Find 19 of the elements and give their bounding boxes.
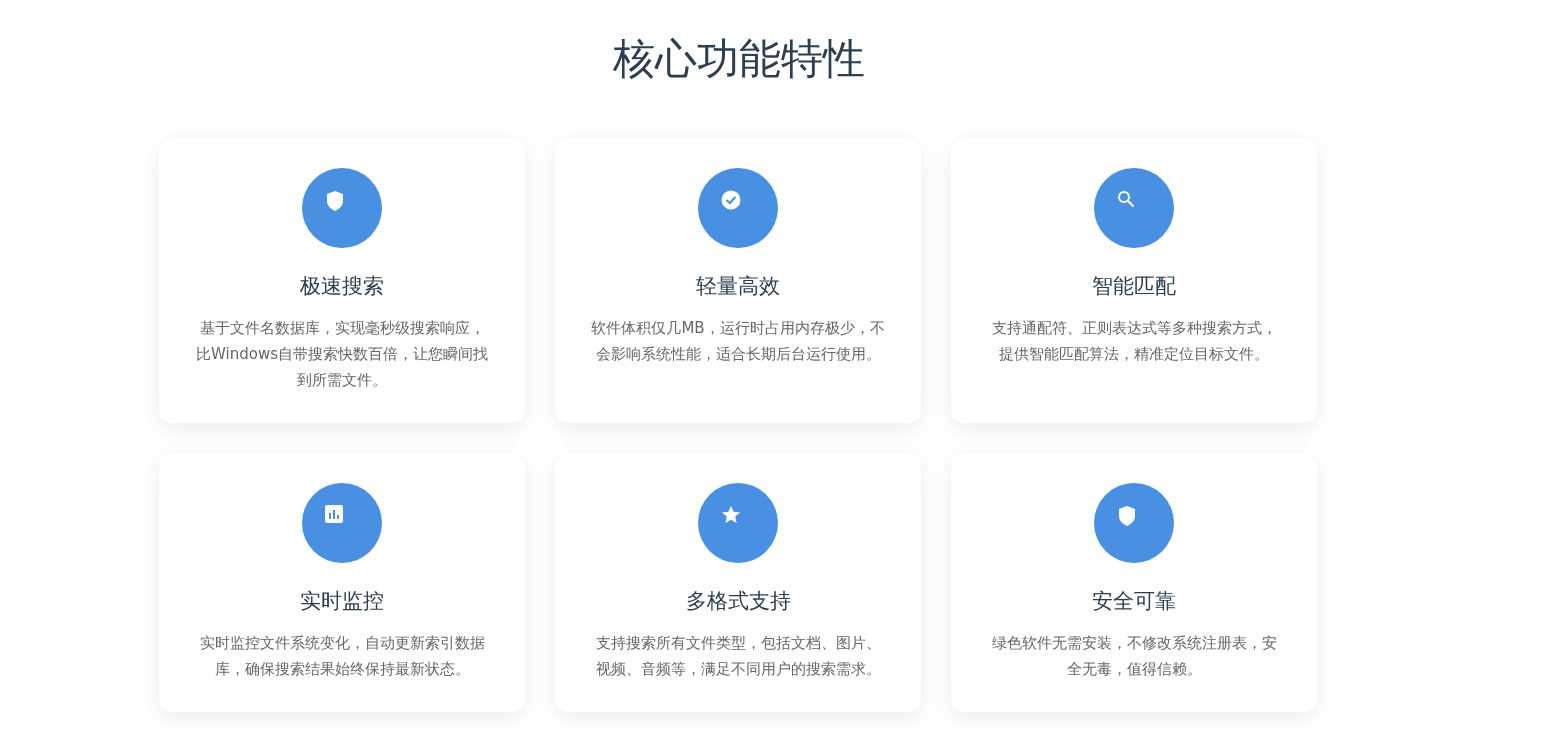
- check-circle-icon: [721, 190, 741, 210]
- feature-description: 支持搜索所有文件类型，包括文档、图片、视频、音频等，满足不同用户的搜索需求。: [594, 633, 882, 681]
- shield-icon: [325, 190, 345, 212]
- section-heading: 核心功能特性: [612, 33, 866, 85]
- feature-description: 软件体积仅几MB，运行时占用内存极少，不会影响系统性能，适合长期后台运行使用。: [591, 318, 885, 366]
- feature-title: 轻量高效: [696, 273, 780, 300]
- shield-icon: [1117, 505, 1137, 527]
- feature-title: 安全可靠: [1092, 588, 1176, 615]
- feature-description: 实时监控文件系统变化，自动更新索引数据库，确保搜索结果始终保持最新状态。: [198, 633, 486, 681]
- bar-chart-icon: [325, 505, 343, 523]
- feature-title: 多格式支持: [685, 588, 791, 615]
- feature-title: 智能匹配: [1092, 273, 1176, 300]
- feature-description: 绿色软件无需安装，不修改系统注册表，安全无毒，值得信赖。: [990, 633, 1278, 681]
- feature-description: 支持通配符、正则表达式等多种搜索方式，提供智能匹配算法，精准定位目标文件。: [990, 318, 1278, 366]
- feature-title: 实时监控: [300, 588, 384, 615]
- feature-description: 基于文件名数据库，实现毫秒级搜索响应，比Windows自带搜索快数百倍，让您瞬间找到所需文件。: [195, 318, 489, 392]
- feature-title: 极速搜索: [300, 273, 384, 300]
- star-icon: [721, 505, 741, 525]
- search-icon: [1117, 190, 1135, 208]
